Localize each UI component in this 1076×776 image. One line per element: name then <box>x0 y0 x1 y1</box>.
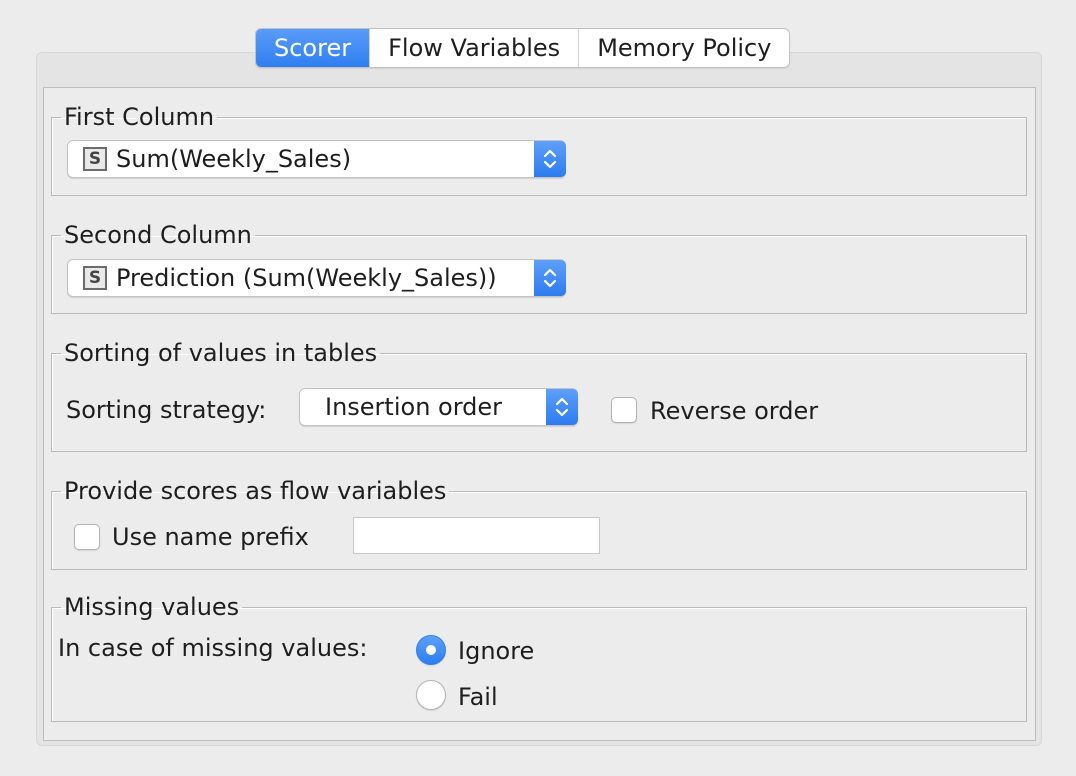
fail-radio[interactable] <box>416 680 446 710</box>
tab-bar: Scorer Flow Variables Memory Policy <box>255 28 791 68</box>
first-column-select[interactable]: S Sum(Weekly_Sales) <box>67 140 566 178</box>
chevron-up-down-icon <box>534 141 566 177</box>
use-name-prefix-label: Use name prefix <box>112 523 309 551</box>
tab-flow-variables[interactable]: Flow Variables <box>369 29 578 67</box>
string-type-icon: S <box>83 266 107 290</box>
first-column-title: First Column <box>64 103 215 131</box>
fail-label: Fail <box>458 683 498 711</box>
missing-values-title: Missing values <box>64 593 240 621</box>
scorer-settings-panel: First Column S Sum(Weekly_Sales) Second … <box>43 87 1036 741</box>
missing-values-label: In case of missing values: <box>58 634 368 662</box>
second-column-value: Prediction (Sum(Weekly_Sales)) <box>116 264 497 292</box>
second-column-title: Second Column <box>64 221 252 249</box>
reverse-order-label: Reverse order <box>650 397 819 425</box>
second-column-select[interactable]: S Prediction (Sum(Weekly_Sales)) <box>67 259 566 297</box>
ignore-label: Ignore <box>458 637 535 665</box>
name-prefix-input[interactable] <box>353 517 600 554</box>
first-column-value: Sum(Weekly_Sales) <box>116 145 352 173</box>
flow-variables-title: Provide scores as flow variables <box>64 477 447 505</box>
chevron-up-down-icon <box>546 389 578 425</box>
string-type-icon: S <box>83 147 107 171</box>
sorting-strategy-select[interactable]: Insertion order <box>299 388 578 426</box>
tab-memory-policy[interactable]: Memory Policy <box>578 29 789 67</box>
sorting-strategy-value: Insertion order <box>325 393 503 421</box>
sorting-title: Sorting of values in tables <box>64 339 378 367</box>
tab-scorer[interactable]: Scorer <box>256 29 370 67</box>
reverse-order-checkbox[interactable] <box>611 397 637 423</box>
ignore-radio[interactable] <box>416 635 446 665</box>
sorting-strategy-label: Sorting strategy: <box>66 396 267 424</box>
use-name-prefix-checkbox[interactable] <box>74 524 100 550</box>
chevron-up-down-icon <box>534 260 566 296</box>
